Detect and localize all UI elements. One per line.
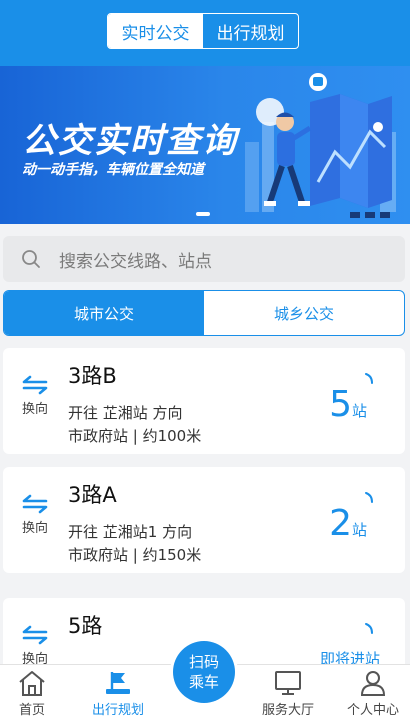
search-bar[interactable]: 搜索公交线路、站点 bbox=[3, 236, 405, 282]
realtime-signal-icon bbox=[365, 373, 373, 384]
home-icon bbox=[19, 671, 45, 696]
scan-to-ride-button[interactable]: 扫码 乘车 bbox=[170, 638, 238, 706]
nav-trip-planning[interactable]: 出行规划 bbox=[83, 669, 153, 718]
route-direction: 开往 芷湘站1 方向 bbox=[68, 523, 193, 541]
nav-label: 首页 bbox=[18, 703, 45, 718]
tab-city-bus[interactable]: 城市公交 bbox=[4, 291, 204, 335]
nav-profile[interactable]: 个人中心 bbox=[338, 669, 408, 718]
flag-icon bbox=[106, 672, 130, 694]
nearest-stop: 市政府站 | 约150米 bbox=[68, 546, 202, 564]
stops-away-unit: 站 bbox=[351, 521, 367, 539]
tab-trip-planning[interactable]: 出行规划 bbox=[203, 14, 298, 48]
swap-direction-button[interactable]: 换向 bbox=[17, 493, 53, 536]
realtime-signal-icon bbox=[365, 492, 373, 503]
tab-rural-bus[interactable]: 城乡公交 bbox=[204, 291, 404, 335]
swap-arrows-icon bbox=[22, 625, 48, 645]
banner-title: 公交实时查询 bbox=[22, 121, 238, 161]
user-icon bbox=[360, 671, 386, 696]
route-card[interactable]: 换向 3路B 开往 芷湘站 方向 市政府站 | 约100米 5站 bbox=[3, 348, 405, 454]
stops-away: 5站 bbox=[329, 384, 367, 425]
swap-arrows-icon bbox=[22, 494, 48, 514]
realtime-signal-icon bbox=[365, 623, 373, 634]
search-placeholder: 搜索公交线路、站点 bbox=[59, 251, 212, 272]
nearest-stop: 市政府站 | 约100米 bbox=[68, 427, 202, 445]
swap-label: 换向 bbox=[21, 521, 48, 536]
top-bar: 实时公交 出行规划 bbox=[0, 0, 410, 66]
nav-home[interactable]: 首页 bbox=[0, 669, 67, 718]
monitor-icon bbox=[275, 671, 301, 695]
carousel-indicator bbox=[196, 212, 210, 216]
nav-service-hall[interactable]: 服务大厅 bbox=[253, 669, 323, 718]
search-icon bbox=[22, 250, 40, 268]
banner-subtitle: 动一动手指，车辆位置全知道 bbox=[22, 162, 204, 178]
stops-away-count: 5 bbox=[329, 384, 352, 425]
swap-direction-button[interactable]: 换向 bbox=[17, 374, 53, 417]
bus-category-tabs: 城市公交 城乡公交 bbox=[3, 290, 405, 336]
route-name: 3路B bbox=[68, 364, 117, 388]
swap-label: 换向 bbox=[21, 402, 48, 417]
scan-button-face: 扫码 乘车 bbox=[173, 641, 235, 703]
swap-direction-button[interactable]: 换向 bbox=[17, 624, 53, 667]
scan-label-line1: 扫码 bbox=[188, 653, 219, 671]
stops-away: 2站 bbox=[329, 503, 367, 544]
nav-label: 个人中心 bbox=[346, 703, 399, 718]
nav-label: 出行规划 bbox=[91, 703, 144, 718]
route-direction: 开往 芷湘站 方向 bbox=[68, 404, 183, 422]
stops-away-count: 2 bbox=[329, 503, 352, 544]
promo-banner[interactable]: 公交实时查询 动一动手指，车辆位置全知道 bbox=[0, 66, 410, 224]
route-card[interactable]: 换向 3路A 开往 芷湘站1 方向 市政府站 | 约150米 2站 bbox=[3, 467, 405, 573]
nav-label: 服务大厅 bbox=[261, 703, 314, 718]
swap-arrows-icon bbox=[22, 375, 48, 395]
scan-label-line2: 乘车 bbox=[188, 673, 219, 691]
mode-switch: 实时公交 出行规划 bbox=[107, 13, 299, 49]
tab-realtime-bus[interactable]: 实时公交 bbox=[108, 14, 203, 48]
route-name: 3路A bbox=[68, 483, 117, 507]
stops-away-unit: 站 bbox=[351, 402, 367, 420]
banner-illustration-icon bbox=[245, 73, 396, 218]
route-name: 5路 bbox=[68, 614, 103, 638]
